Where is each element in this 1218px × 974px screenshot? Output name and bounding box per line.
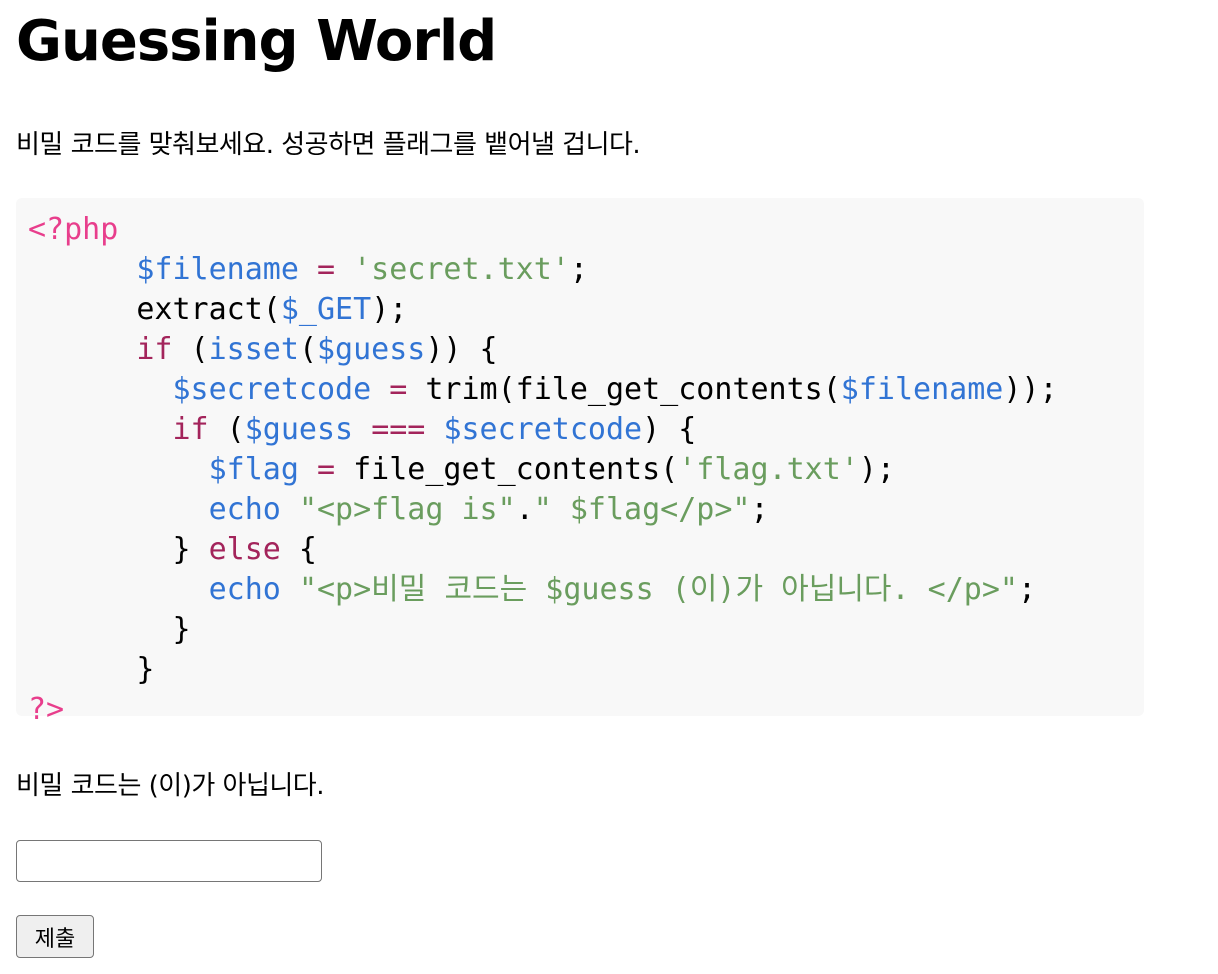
code-token: =: [389, 372, 408, 407]
code-token: if: [136, 332, 173, 367]
code-line: if (isset($guess)) {: [28, 330, 498, 370]
code-token: (: [208, 412, 245, 447]
code-line: echo "<p>비밀 코드는 $guess (이)가 아닙니다. </p>";: [28, 570, 1036, 610]
code-token: <?php: [28, 212, 119, 247]
code-token: );: [858, 452, 895, 487]
code-token: ;: [569, 252, 588, 287]
code-token: file_get_contents(: [335, 452, 679, 487]
code-token: else: [208, 532, 281, 567]
intro-text: 비밀 코드를 맞춰보세요. 성공하면 플래그를 뱉어낼 겁니다.: [16, 130, 641, 160]
code-token: (: [298, 332, 317, 367]
code-token: =: [317, 452, 336, 487]
code-token: $filename: [840, 372, 1004, 407]
code-token: if: [172, 412, 209, 447]
code-token: )) {: [425, 332, 498, 367]
code-token: ));: [1003, 372, 1058, 407]
code-line: $filename = 'secret.txt';: [28, 250, 588, 290]
code-token: }: [28, 612, 191, 647]
code-token: trim(file_get_contents(: [407, 372, 841, 407]
page-title: Guessing World: [16, 9, 497, 74]
code-line: echo "<p>flag is"." $flag</p>";: [28, 490, 769, 530]
code-token: $guess: [317, 332, 426, 367]
code-token: echo: [208, 572, 281, 607]
code-token: echo: [208, 492, 281, 527]
code-token: "<p>비밀 코드는 $guess (이)가 아닙니다. </p>": [298, 572, 1018, 607]
code-token: .: [515, 492, 534, 527]
code-token: ;: [750, 492, 769, 527]
code-token: $_GET: [280, 292, 372, 327]
code-token: }: [28, 652, 155, 687]
code-line: if ($guess === $secretcode) {: [28, 410, 697, 450]
code-line: }: [28, 650, 154, 690]
code-token: "<p>flag is": [298, 492, 516, 527]
code-token: $flag: [208, 452, 299, 487]
code-token: }: [28, 532, 209, 567]
code-line: } else {: [28, 530, 317, 570]
code-token: =: [317, 252, 336, 287]
result-message: 비밀 코드는 (이)가 아닙니다.: [16, 771, 324, 801]
code-token: ;: [1017, 572, 1037, 607]
code-token: $guess: [244, 412, 354, 447]
code-line: $flag = file_get_contents('flag.txt');: [28, 450, 895, 490]
code-token: $secretcode: [443, 412, 643, 447]
code-line: <?php: [28, 210, 118, 250]
code-token: $filename: [136, 252, 299, 287]
code-line: extract($_GET);: [28, 290, 407, 330]
code-token: ) {: [642, 412, 697, 447]
code-line: }: [28, 610, 191, 650]
code-token: " $flag</p>": [533, 492, 751, 527]
code-token: 'flag.txt': [678, 452, 859, 487]
code-token: extract(: [28, 292, 281, 327]
code-token: isset: [208, 332, 299, 367]
code-token: ?>: [28, 692, 65, 727]
guess-input[interactable]: [16, 840, 322, 882]
code-token: (: [172, 332, 209, 367]
code-token: );: [371, 292, 408, 327]
submit-button[interactable]: 제출: [16, 915, 94, 958]
code-token: 'secret.txt': [353, 252, 570, 287]
code-token: {: [280, 532, 317, 567]
code-token: ===: [371, 412, 426, 447]
code-token: $secretcode: [172, 372, 372, 407]
source-code-block: <?php $filename = 'secret.txt'; extract(…: [16, 198, 1144, 727]
code-line: $secretcode = trim(file_get_contents($fi…: [28, 370, 1058, 410]
code-line: ?>: [28, 690, 64, 730]
